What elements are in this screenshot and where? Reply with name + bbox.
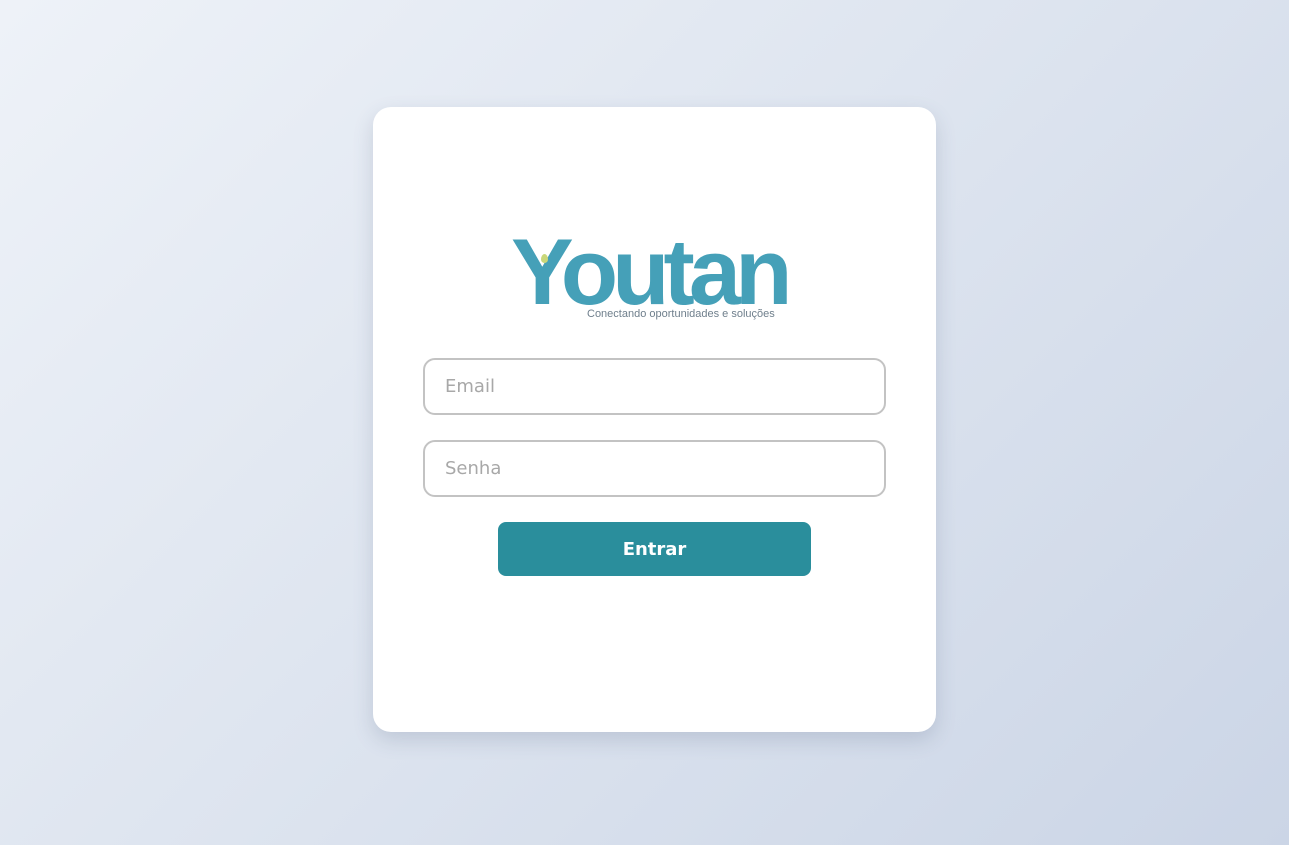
logo-accent-dot-icon bbox=[541, 254, 548, 263]
login-card: Youtan Conectando oportunidades e soluçõ… bbox=[373, 107, 936, 732]
logo-wordmark: Youtan bbox=[511, 219, 793, 324]
email-field[interactable] bbox=[423, 358, 886, 415]
login-button[interactable]: Entrar bbox=[498, 522, 811, 576]
logo-tagline: Conectando oportunidades e soluções bbox=[587, 308, 775, 320]
youtan-logo: Youtan Conectando oportunidades e soluçõ… bbox=[511, 225, 801, 325]
password-field[interactable] bbox=[423, 440, 886, 497]
